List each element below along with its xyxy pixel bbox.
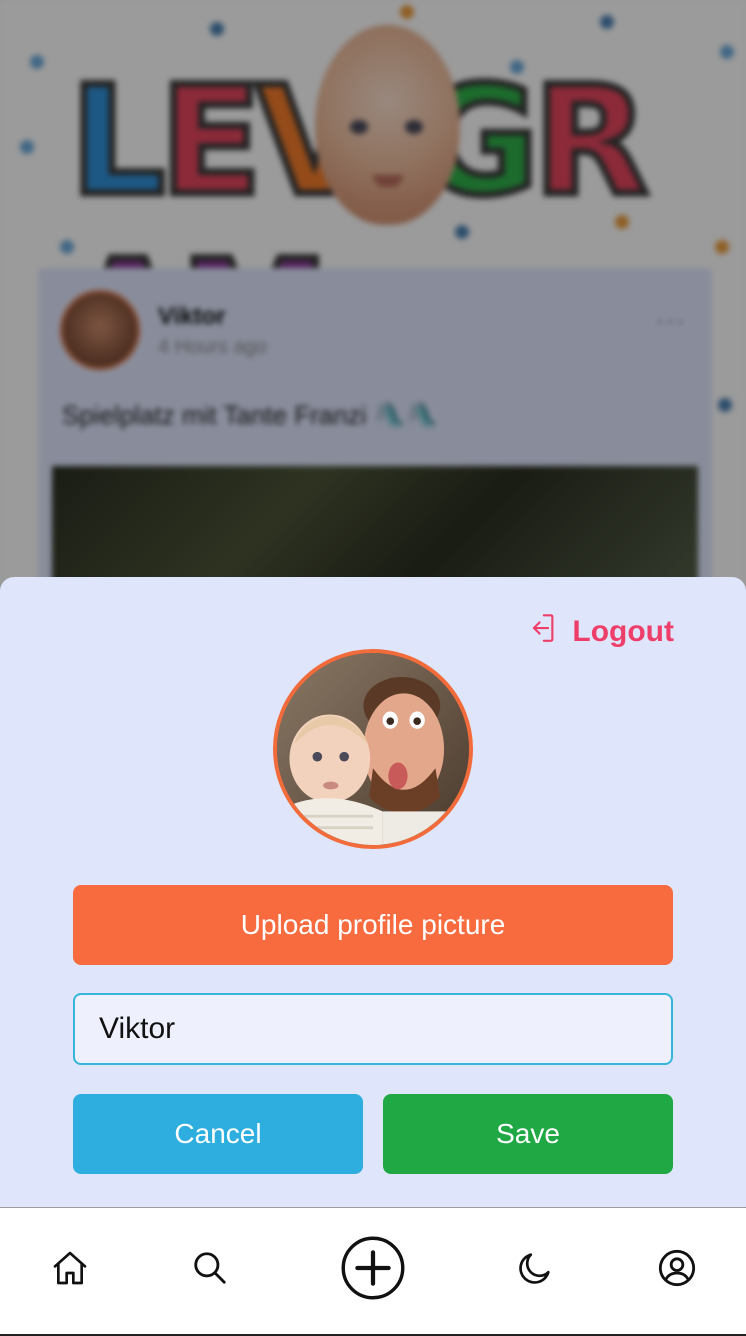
- nav-theme-toggle[interactable]: [495, 1208, 575, 1328]
- home-icon: [50, 1248, 90, 1288]
- search-icon: [191, 1249, 229, 1287]
- cancel-button[interactable]: Cancel: [73, 1094, 363, 1174]
- upload-profile-picture-button[interactable]: Upload profile picture: [73, 885, 673, 965]
- bottom-navigation: [0, 1208, 746, 1336]
- profile-edit-sheet: Logout Upload profile picture Viktor Can…: [0, 577, 746, 1207]
- logout-icon: [524, 611, 558, 653]
- save-button[interactable]: Save: [383, 1094, 673, 1174]
- nav-home[interactable]: [30, 1208, 110, 1328]
- moon-icon: [515, 1248, 555, 1288]
- profile-picture: [273, 649, 473, 849]
- logout-button[interactable]: Logout: [524, 611, 674, 653]
- logout-label: Logout: [572, 615, 674, 648]
- nav-search[interactable]: [170, 1208, 250, 1328]
- nav-create-post[interactable]: [333, 1208, 413, 1328]
- name-input[interactable]: [73, 993, 673, 1065]
- user-circle-icon: [657, 1248, 697, 1288]
- nav-profile[interactable]: [637, 1208, 717, 1328]
- plus-circle-icon: [339, 1234, 407, 1302]
